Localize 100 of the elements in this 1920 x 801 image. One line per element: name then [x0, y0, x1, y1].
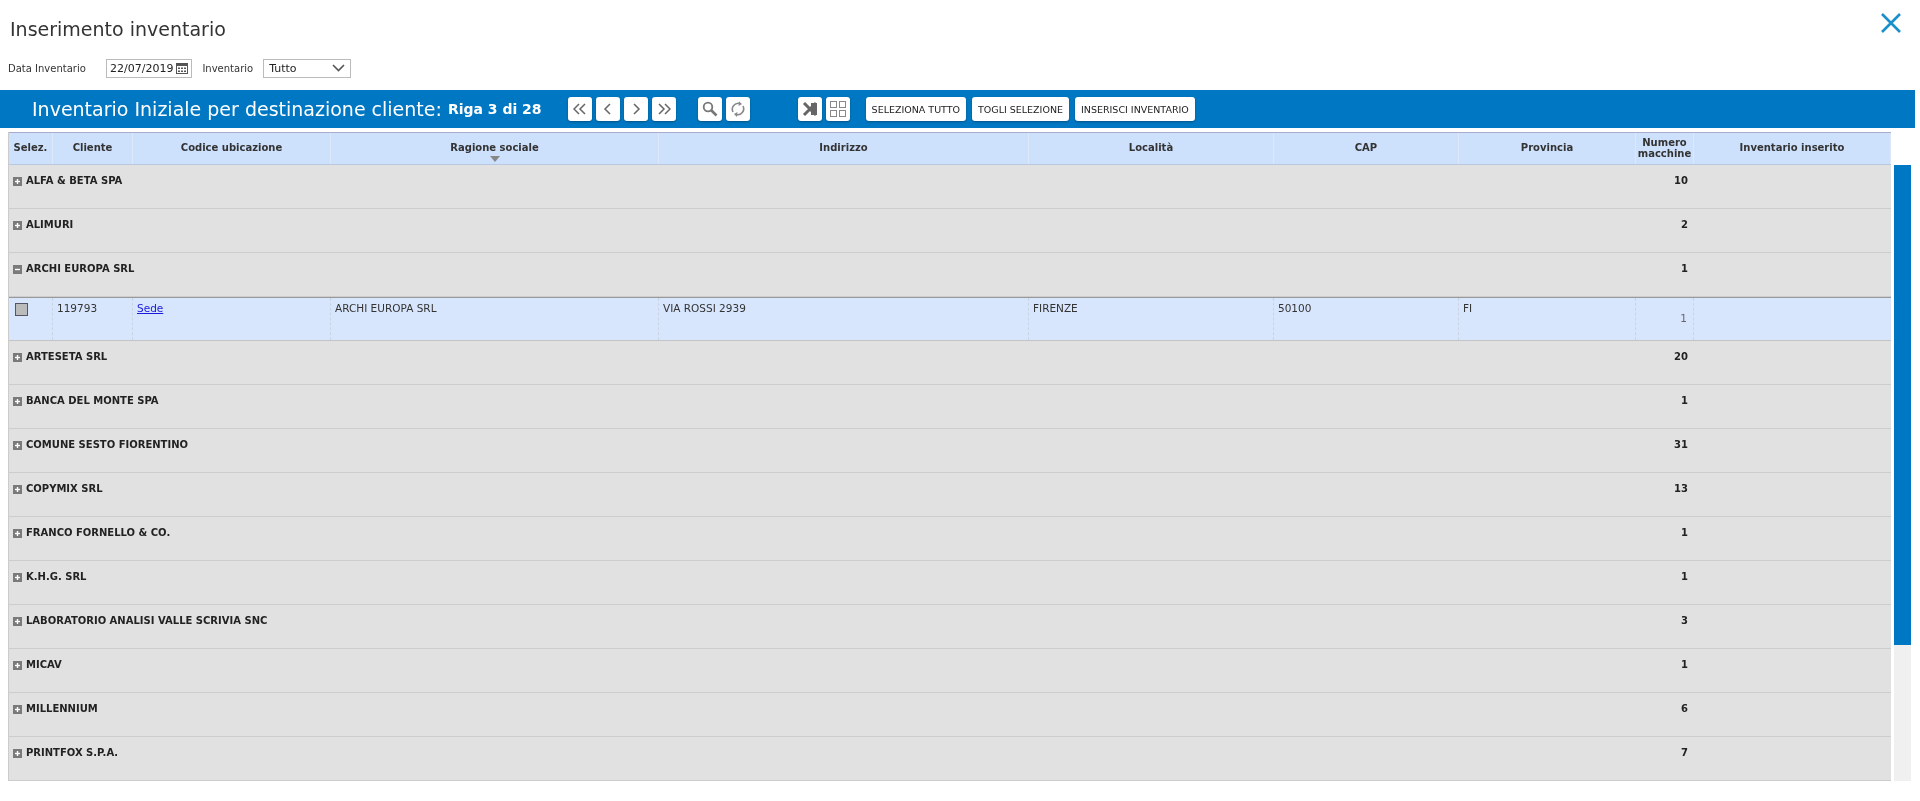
- inventory-dropdown[interactable]: Tutto: [263, 58, 352, 78]
- column-header[interactable]: Selez.: [9, 133, 53, 164]
- toolbar-button[interactable]: TOGLI SELEZIONE: [972, 97, 1069, 121]
- machine-count: 1: [1681, 263, 1688, 274]
- inventory-label: Inventario: [202, 62, 254, 74]
- date-field[interactable]: 22/07/2019: [106, 58, 193, 78]
- column-header[interactable]: Cliente: [53, 133, 133, 164]
- table-cell: VIA ROSSI 2939: [663, 302, 746, 314]
- machine-count: 1: [1681, 527, 1688, 538]
- calendar-icon[interactable]: [176, 62, 189, 74]
- grid-icon: [828, 100, 847, 118]
- refresh-icon: [729, 101, 746, 117]
- group-row[interactable]: PRINTFOX S.P.A. 7: [9, 737, 1891, 781]
- toolbar-button[interactable]: INSERISCI INVENTARIO: [1075, 97, 1195, 121]
- machine-count: 31: [1674, 439, 1688, 450]
- group-row[interactable]: ARTESETA SRL 20: [9, 341, 1891, 385]
- group-name: PRINTFOX S.P.A.: [26, 747, 119, 758]
- machine-count: 3: [1681, 615, 1688, 626]
- expand-icon[interactable]: [13, 705, 22, 714]
- search-icon: [701, 101, 718, 117]
- group-name: ALIMURI: [26, 219, 74, 230]
- group-name: MILLENNIUM: [26, 703, 98, 714]
- expand-icon[interactable]: [13, 397, 22, 406]
- close-icon[interactable]: [1880, 12, 1902, 34]
- column-header[interactable]: Codice ubicazione: [133, 133, 331, 164]
- machine-count: 1: [1681, 659, 1688, 670]
- group-row[interactable]: MICAV 1: [9, 649, 1891, 693]
- next-button[interactable]: [623, 97, 648, 121]
- group-name: MICAV: [26, 659, 62, 670]
- column-header[interactable]: Ragione sociale: [331, 133, 659, 164]
- select-checkbox[interactable]: [15, 303, 28, 316]
- group-row[interactable]: K.H.G. SRL 1: [9, 561, 1891, 605]
- group-row[interactable]: ALFA & BETA SPA 10: [9, 165, 1891, 209]
- double-chevron-left-icon: [572, 103, 587, 115]
- table-cell: 50100: [1278, 302, 1312, 314]
- scrollbar[interactable]: [1894, 165, 1911, 781]
- group-row[interactable]: FRANCO FORNELLO & CO. 1: [9, 517, 1891, 561]
- machine-count: 1: [1681, 571, 1688, 582]
- row-position: Riga 3 di 28: [447, 101, 542, 117]
- layout-button[interactable]: [825, 97, 850, 121]
- column-header[interactable]: Inventario inserito: [1694, 133, 1891, 164]
- expand-icon[interactable]: [13, 353, 22, 362]
- search-button[interactable]: [697, 97, 722, 121]
- expand-icon[interactable]: [13, 617, 22, 626]
- machine-count: 13: [1674, 483, 1688, 494]
- last-page-button[interactable]: [651, 97, 676, 121]
- spreadsheet-icon: [801, 101, 818, 117]
- column-header[interactable]: Località: [1029, 133, 1274, 164]
- table-cell: 1: [1680, 312, 1687, 324]
- column-header[interactable]: Numero macchine: [1636, 133, 1694, 164]
- collapse-icon[interactable]: [13, 265, 22, 274]
- previous-button[interactable]: [595, 97, 620, 121]
- group-row[interactable]: ARCHI EUROPA SRL 1: [9, 253, 1891, 297]
- expand-icon[interactable]: [13, 221, 22, 230]
- group-row[interactable]: COMUNE SESTO FIORENTINO 31: [9, 429, 1891, 473]
- group-name: LABORATORIO ANALISI VALLE SCRIVIA SNC: [26, 615, 268, 626]
- location-link[interactable]: Sede: [137, 302, 164, 314]
- excel-export-button[interactable]: [797, 97, 822, 121]
- group-name: BANCA DEL MONTE SPA: [26, 395, 159, 406]
- table-cell: 119793: [57, 302, 98, 314]
- date-label: Data Inventario: [8, 62, 87, 74]
- refresh-button[interactable]: [725, 97, 750, 121]
- table-cell: FIRENZE: [1033, 302, 1078, 314]
- column-header[interactable]: Provincia: [1459, 133, 1636, 164]
- grid-title: Inventario Iniziale per destinazione cliente:: [32, 98, 442, 120]
- machine-count: 7: [1681, 747, 1688, 758]
- expand-icon[interactable]: [13, 485, 22, 494]
- table-cell: FI: [1463, 302, 1473, 314]
- machine-count: 20: [1674, 351, 1688, 362]
- group-name: ALFA & BETA SPA: [26, 175, 123, 186]
- expand-icon[interactable]: [13, 661, 22, 670]
- first-page-button[interactable]: [567, 97, 592, 121]
- group-row[interactable]: COPYMIX SRL 13: [9, 473, 1891, 517]
- group-name: FRANCO FORNELLO & CO.: [26, 527, 171, 538]
- expand-icon[interactable]: [13, 177, 22, 186]
- column-header[interactable]: CAP: [1274, 133, 1459, 164]
- window-title: Inserimento inventario: [10, 18, 226, 42]
- machine-count: 6: [1681, 703, 1688, 714]
- group-row[interactable]: BANCA DEL MONTE SPA 1: [9, 385, 1891, 429]
- group-name: ARTESETA SRL: [26, 351, 108, 362]
- group-name: COMUNE SESTO FIORENTINO: [26, 439, 188, 450]
- group-name: ARCHI EUROPA SRL: [26, 263, 135, 274]
- machine-count: 2: [1681, 219, 1688, 230]
- group-row[interactable]: LABORATORIO ANALISI VALLE SCRIVIA SNC 3: [9, 605, 1891, 649]
- group-row[interactable]: MILLENNIUM 6: [9, 693, 1891, 737]
- machine-count: 10: [1674, 175, 1688, 186]
- table-cell: ARCHI EUROPA SRL: [335, 302, 437, 314]
- double-chevron-right-icon: [656, 103, 671, 115]
- group-name: COPYMIX SRL: [26, 483, 103, 494]
- group-row[interactable]: ALIMURI 2: [9, 209, 1891, 253]
- column-header[interactable]: Indirizzo: [659, 133, 1029, 164]
- group-name: K.H.G. SRL: [26, 571, 87, 582]
- scrollbar-thumb[interactable]: [1894, 165, 1911, 645]
- expand-icon[interactable]: [13, 749, 22, 758]
- toolbar-button[interactable]: SELEZIONA TUTTO: [865, 97, 967, 121]
- machine-count: 1: [1681, 395, 1688, 406]
- detail-row[interactable]: 119793 Sede ARCHI EUROPA SRL VIA ROSSI 2939 FIRENZE 50100 FI 1: [9, 297, 1891, 341]
- expand-icon[interactable]: [13, 573, 22, 582]
- expand-icon[interactable]: [13, 529, 22, 538]
- expand-icon[interactable]: [13, 441, 22, 450]
